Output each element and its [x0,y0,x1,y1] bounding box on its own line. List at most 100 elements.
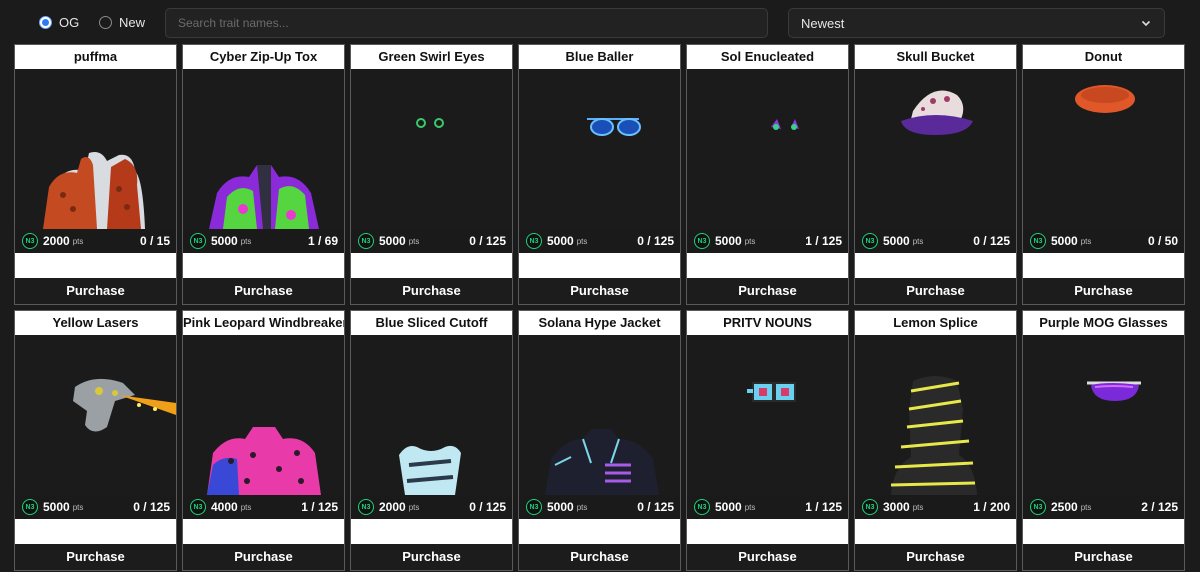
price-value: 5000 [715,500,742,514]
price-value: 2000 [379,500,406,514]
card-spacer [855,519,1016,544]
trait-title: Donut [1023,45,1184,69]
trait-card[interactable]: Blue Sliced Cutoff N3 2000 pts 0 / 125 P… [350,310,513,571]
price-unit: pts [240,236,252,246]
trait-title: puffma [15,45,176,69]
purchase-button[interactable]: Purchase [687,278,848,304]
price-unit: pts [912,236,924,246]
purchase-button[interactable]: Purchase [1023,544,1184,570]
price-value: 5000 [379,234,406,248]
sort-select[interactable]: Newest [788,8,1165,38]
price-row: N3 5000 pts 0 / 125 [351,229,512,253]
trait-image [1023,335,1184,495]
trait-card[interactable]: Pink Leopard Windbreaker N3 4000 pts 1 /… [182,310,345,571]
purchase-button[interactable]: Purchase [855,544,1016,570]
price-unit: pts [744,236,756,246]
supply-count: 0 / 125 [469,234,506,248]
supply-count: 0 / 125 [469,500,506,514]
card-spacer [15,253,176,278]
trait-image [519,335,680,495]
card-spacer [15,519,176,544]
trait-card[interactable]: Solana Hype Jacket N3 5000 pts 0 / 125 P… [518,310,681,571]
points-coin-icon: N3 [526,233,542,249]
purchase-button[interactable]: Purchase [519,278,680,304]
price-unit: pts [576,502,588,512]
trait-title: Lemon Splice [855,311,1016,335]
purchase-button[interactable]: Purchase [15,278,176,304]
price-unit: pts [408,236,420,246]
points-coin-icon: N3 [1030,499,1046,515]
trait-card[interactable]: Green Swirl Eyes N3 5000 pts 0 / 125 Pur… [350,44,513,305]
card-spacer [687,519,848,544]
trait-card[interactable]: Skull Bucket N3 5000 pts 0 / 125 Purchas… [854,44,1017,305]
purchase-button[interactable]: Purchase [687,544,848,570]
card-spacer [519,519,680,544]
trait-title: Solana Hype Jacket [519,311,680,335]
radio-og-indicator[interactable] [39,16,52,29]
trait-title: Blue Sliced Cutoff [351,311,512,335]
price-row: N3 5000 pts 1 / 69 [183,229,344,253]
card-spacer [519,253,680,278]
trait-card[interactable]: Lemon Splice N3 3000 pts 1 / 200 Purchas… [854,310,1017,571]
points-coin-icon: N3 [22,499,38,515]
trait-image [183,335,344,495]
price-row: N3 5000 pts 0 / 50 [1023,229,1184,253]
trait-image [15,335,176,495]
trait-card[interactable]: Cyber Zip-Up Tox N3 5000 pts 1 / 69 Purc… [182,44,345,305]
supply-count: 1 / 125 [805,500,842,514]
purchase-button[interactable]: Purchase [15,544,176,570]
trait-card[interactable]: puffma N3 2000 pts 0 / 15 Purchase [14,44,177,305]
trait-card[interactable]: Donut N3 5000 pts 0 / 50 Purchase [1022,44,1185,305]
trait-card[interactable]: Sol Enucleated N3 5000 pts 1 / 125 Purch… [686,44,849,305]
supply-count: 1 / 69 [307,234,338,248]
filter-bar: OG New Newest [0,0,1200,44]
trait-card[interactable]: PRITV NOUNS N3 5000 pts 1 / 125 Purchase [686,310,849,571]
price-row: N3 4000 pts 1 / 125 [183,495,344,519]
supply-count: 0 / 125 [637,234,674,248]
radio-new-indicator[interactable] [99,16,112,29]
points-coin-icon: N3 [694,499,710,515]
price-unit: pts [1080,236,1092,246]
price-row: N3 2000 pts 0 / 15 [15,229,176,253]
price-row: N3 3000 pts 1 / 200 [855,495,1016,519]
price-value: 5000 [883,234,910,248]
trait-title: PRITV NOUNS [687,311,848,335]
points-coin-icon: N3 [862,499,878,515]
purchase-button[interactable]: Purchase [183,544,344,570]
purchase-button[interactable]: Purchase [183,278,344,304]
trait-card[interactable]: Yellow Lasers N3 5000 pts 0 / 125 Purcha… [14,310,177,571]
trait-image [855,69,1016,229]
price-row: N3 5000 pts 0 / 125 [519,229,680,253]
supply-count: 1 / 125 [805,234,842,248]
trait-title: Blue Baller [519,45,680,69]
card-spacer [183,519,344,544]
trait-image [351,335,512,495]
purchase-button[interactable]: Purchase [351,278,512,304]
purchase-button[interactable]: Purchase [351,544,512,570]
price-unit: pts [1080,502,1092,512]
supply-count: 2 / 125 [1141,500,1178,514]
price-value: 5000 [715,234,742,248]
points-coin-icon: N3 [22,233,38,249]
points-coin-icon: N3 [190,499,206,515]
price-unit: pts [408,502,420,512]
search-input[interactable] [165,8,768,38]
purchase-button[interactable]: Purchase [855,278,1016,304]
trait-image [687,69,848,229]
card-spacer [855,253,1016,278]
radio-og[interactable]: OG [39,15,79,30]
price-value: 5000 [211,234,238,248]
trait-card[interactable]: Blue Baller N3 5000 pts 0 / 125 Purchase [518,44,681,305]
purchase-button[interactable]: Purchase [1023,278,1184,304]
points-coin-icon: N3 [694,233,710,249]
purchase-button[interactable]: Purchase [519,544,680,570]
price-row: N3 5000 pts 1 / 125 [687,495,848,519]
radio-new[interactable]: New [99,15,145,30]
trait-image [855,335,1016,495]
trait-image [15,69,176,229]
price-row: N3 2500 pts 2 / 125 [1023,495,1184,519]
price-unit: pts [576,236,588,246]
trait-card[interactable]: Purple MOG Glasses N3 2500 pts 2 / 125 P… [1022,310,1185,571]
card-spacer [1023,253,1184,278]
trait-grid: puffma N3 2000 pts 0 / 15 Purchase Cyber… [14,44,1186,571]
